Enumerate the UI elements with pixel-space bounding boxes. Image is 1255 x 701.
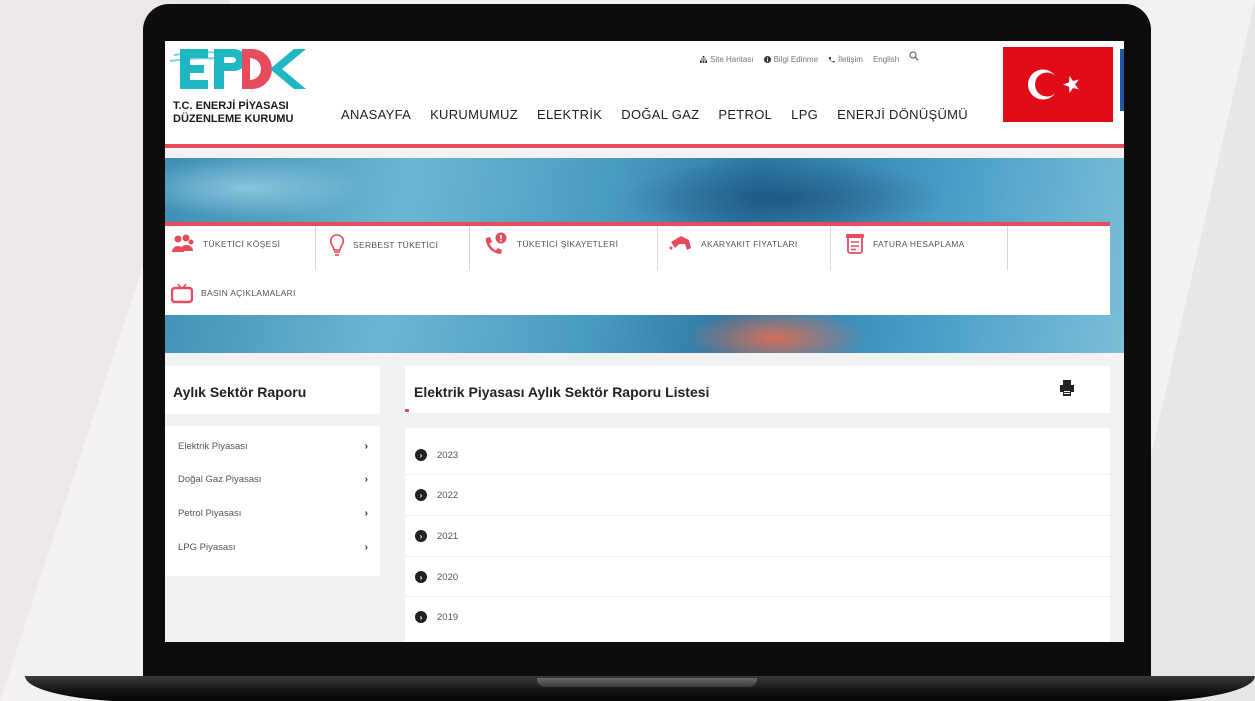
contact-link[interactable]: İletişim: [828, 55, 863, 64]
turkish-flag: [1003, 47, 1113, 122]
logo-text-line1: T.C. ENERJİ PİYASASI: [173, 100, 289, 112]
nav-kurumumuz[interactable]: KURUMUMUZ: [430, 107, 518, 122]
list-divider: [405, 596, 1110, 597]
quick-link-divider: [1007, 226, 1008, 270]
quick-link-label: SERBEST TÜKETİCİ: [353, 240, 439, 250]
quick-link-label: TÜKETİCİ KÖŞESİ: [203, 239, 281, 249]
year-label: 2021: [437, 530, 459, 542]
info-label: Bilgi Edinme: [773, 55, 819, 64]
crescent-star-icon: [1028, 69, 1079, 100]
chevron-right-icon: ›: [364, 542, 368, 553]
list-divider: [405, 515, 1110, 516]
arrow-circle-right-icon: ›: [415, 530, 427, 542]
arrow-circle-right-icon: ›: [415, 489, 427, 501]
year-item-2023[interactable]: › 2023: [415, 449, 458, 461]
sidebar-title: Aylık Sektör Raporu: [165, 366, 380, 414]
quick-link-label: BASIN AÇIKLAMALARI: [201, 288, 296, 298]
quick-link-fatura-hesaplama[interactable]: FATURA HESAPLAMA: [845, 233, 965, 255]
phone-icon: [828, 56, 835, 63]
quick-link-tuketici-sikayetleri[interactable]: TÜKETİCİ ŞİKAYETLERİ: [483, 232, 618, 256]
people-icon: [172, 234, 194, 252]
quick-link-divider: [469, 226, 470, 270]
quick-link-label: TÜKETİCİ ŞİKAYETLERİ: [517, 239, 619, 249]
complaint-phone-icon: [485, 232, 507, 254]
laptop-hinge-notch: [537, 678, 757, 687]
browser-viewport: T.C. ENERJİ PİYASASI DÜZENLEME KURUMU Si…: [165, 41, 1124, 642]
year-item-2019[interactable]: › 2019: [415, 611, 458, 623]
printer-icon[interactable]: [1060, 380, 1074, 396]
lightbulb-icon: [329, 234, 345, 256]
flag-edge-accent: [1120, 49, 1124, 111]
contact-label: İletişim: [838, 55, 863, 64]
page-title: Elektrik Piyasası Aylık Sektör Raporu Li…: [405, 366, 1110, 413]
chevron-right-icon: ›: [364, 474, 368, 485]
utility-nav: Site Haritası Bilgi Edinme İletişim Engl…: [700, 50, 919, 64]
main-nav: ANASAYFA KURUMUMUZ ELEKTRİK DOĞAL GAZ PE…: [341, 107, 968, 122]
site-map-link[interactable]: Site Haritası: [700, 55, 754, 64]
invoice-icon: [846, 234, 864, 254]
year-label: 2020: [437, 571, 459, 583]
year-label: 2022: [437, 489, 459, 501]
sidebar-item-label: LPG Piyasası: [178, 542, 236, 553]
sidebar-item-label: Petrol Piyasası: [178, 508, 242, 519]
nav-elektrik[interactable]: ELEKTRİK: [537, 107, 602, 122]
tv-icon: [171, 283, 193, 304]
year-item-2022[interactable]: › 2022: [415, 489, 458, 501]
fuel-nozzle-icon: [669, 236, 691, 250]
sidebar-item-petrol[interactable]: Petrol Piyasası ›: [178, 508, 368, 519]
info-icon: [763, 56, 771, 63]
quick-link-label: AKARYAKIT FİYATLARI: [701, 239, 798, 249]
logo-text-line2: DÜZENLEME KURUMU: [173, 113, 294, 125]
list-divider: [405, 556, 1110, 557]
nav-enerji-donusumu[interactable]: ENERJİ DÖNÜŞÜMÜ: [837, 107, 968, 122]
year-item-2020[interactable]: › 2020: [415, 571, 458, 583]
quick-link-tuketici-kosesi[interactable]: TÜKETİCİ KÖŞESİ: [171, 234, 280, 254]
quick-link-divider: [830, 226, 831, 270]
search-icon[interactable]: [909, 50, 919, 61]
info-link[interactable]: Bilgi Edinme: [763, 55, 819, 64]
arrow-circle-right-icon: ›: [415, 571, 427, 583]
arrow-circle-right-icon: ›: [415, 449, 427, 461]
quick-links-bar: TÜKETİCİ KÖŞESİ SERBEST TÜKETİCİ TÜKETİC…: [165, 222, 1110, 315]
epdk-logo-mark: [170, 49, 306, 89]
year-label: 2023: [437, 449, 459, 461]
epdk-logo[interactable]: T.C. ENERJİ PİYASASI DÜZENLEME KURUMU: [170, 47, 310, 131]
report-year-list: › 2023 › 2022 › 2021 › 2020 › 2019: [405, 428, 1110, 642]
sidebar-item-dogal-gaz[interactable]: Doğal Gaz Piyasası ›: [178, 474, 368, 485]
quick-link-serbest-tuketici[interactable]: SERBEST TÜKETİCİ: [329, 234, 438, 256]
list-divider: [405, 474, 1110, 475]
title-accent-mark: [405, 409, 409, 412]
quick-link-divider: [315, 226, 316, 270]
nav-lpg[interactable]: LPG: [791, 107, 818, 122]
sidebar-item-label: Elektrik Piyasası: [178, 441, 248, 452]
quick-link-akaryakit-fiyatlari[interactable]: AKARYAKIT FİYATLARI: [669, 234, 798, 254]
quick-link-divider: [657, 226, 658, 270]
year-label: 2019: [437, 611, 459, 623]
site-header: T.C. ENERJİ PİYASASI DÜZENLEME KURUMU Si…: [165, 41, 1124, 145]
year-item-2021[interactable]: › 2021: [415, 530, 458, 542]
sidebar-item-label: Doğal Gaz Piyasası: [178, 474, 262, 485]
nav-anasayfa[interactable]: ANASAYFA: [341, 107, 411, 122]
sidebar-item-lpg[interactable]: LPG Piyasası ›: [178, 542, 368, 553]
nav-dogal-gaz[interactable]: DOĞAL GAZ: [621, 107, 699, 122]
header-red-divider: [165, 144, 1124, 148]
english-label: English: [872, 55, 900, 64]
chevron-right-icon: ›: [364, 441, 368, 452]
quick-link-basin-aciklamalari[interactable]: BASIN AÇIKLAMALARI: [171, 282, 296, 304]
sitemap-icon: [700, 56, 707, 63]
quick-link-label: FATURA HESAPLAMA: [873, 239, 965, 249]
chevron-right-icon: ›: [364, 508, 368, 519]
sidebar-menu: Elektrik Piyasası › Doğal Gaz Piyasası ›…: [165, 426, 380, 576]
english-link[interactable]: English: [873, 55, 899, 64]
site-map-label: Site Haritası: [710, 55, 754, 64]
arrow-circle-right-icon: ›: [415, 611, 427, 623]
nav-petrol[interactable]: PETROL: [718, 107, 772, 122]
sidebar-item-elektrik[interactable]: Elektrik Piyasası ›: [178, 441, 368, 452]
